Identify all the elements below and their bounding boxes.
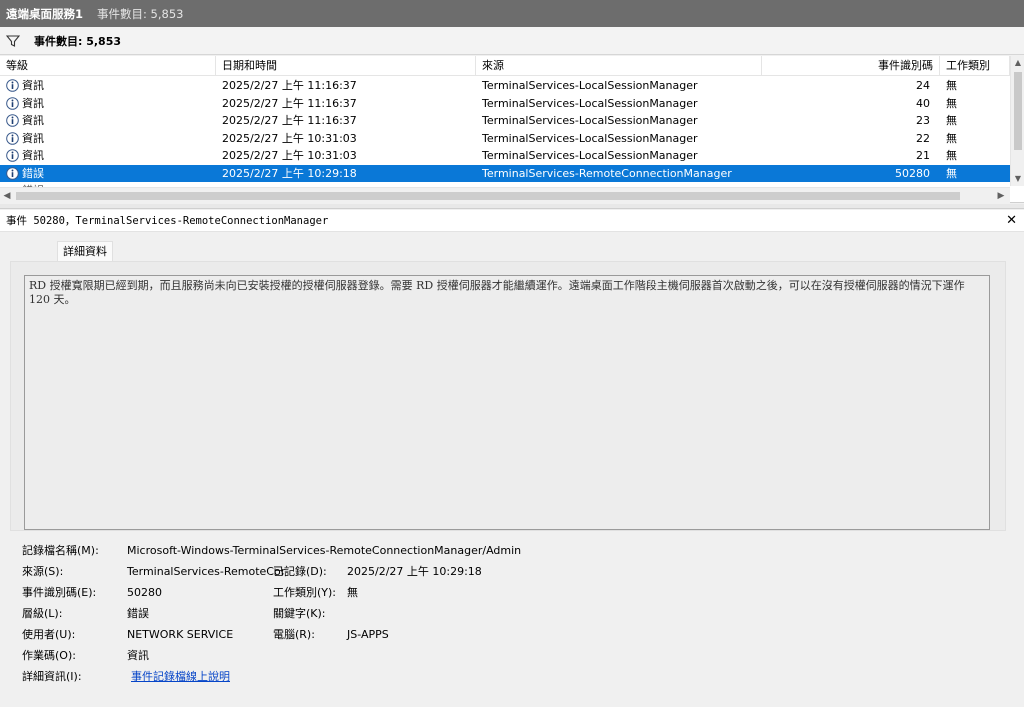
scroll-up-icon[interactable]: ▲ xyxy=(1011,56,1024,70)
row-date: 2025/2/27 上午 11:16:37 xyxy=(222,79,357,92)
event-list-header: 等級 日期和時間 來源 事件識別碼 工作類別 xyxy=(0,56,1010,76)
task-category-label: 工作類別(Y): xyxy=(273,586,337,599)
row-task: 無 xyxy=(946,149,957,162)
computer-label: 電腦(R): xyxy=(273,628,315,641)
source-value: TerminalServices-RemoteCor xyxy=(127,565,286,578)
row-task: 無 xyxy=(946,96,957,110)
source-label: 來源(S): xyxy=(22,565,64,578)
logged-label: 已記錄(D): xyxy=(273,565,327,578)
event-rows: 資訊 2025/2/27 上午 11:16:37 TerminalService… xyxy=(0,77,1010,188)
row-event-id: 21 xyxy=(916,149,930,162)
more-info-label: 詳細資訊(I): xyxy=(22,670,82,683)
pane-splitter[interactable] xyxy=(0,204,1024,209)
column-header-event-id[interactable]: 事件識別碼 xyxy=(762,56,940,76)
row-source: TerminalServices-LocalSessionManager xyxy=(482,79,698,92)
row-event-id: 23 xyxy=(916,114,930,127)
details-panel: RD 授權寬限期已經到期，而且服務尚未向已安裝授權的授權伺服器登錄。需要 RD … xyxy=(10,261,1006,531)
column-header-date[interactable]: 日期和時間 xyxy=(216,56,476,76)
tab-details[interactable]: 詳細資料 xyxy=(57,241,113,261)
level-value: 錯誤 xyxy=(127,607,149,620)
row-date: 2025/2/27 上午 10:31:03 xyxy=(222,149,357,162)
row-level: 資訊 xyxy=(22,79,44,92)
more-info-link[interactable]: 事件記錄檔線上說明 xyxy=(131,670,230,684)
column-header-source[interactable]: 來源 xyxy=(476,56,762,76)
log-name-value: Microsoft-Windows-TerminalServices-Remot… xyxy=(127,544,522,557)
scroll-right-icon[interactable]: ▶ xyxy=(994,188,1008,204)
info-icon xyxy=(6,131,19,145)
event-id-label: 事件識別碼(E): xyxy=(22,586,97,599)
table-row-selected[interactable]: 錯誤 2025/2/27 上午 10:29:18 TerminalService… xyxy=(0,164,1010,182)
row-task: 無 xyxy=(946,79,957,92)
row-date: 2025/2/27 上午 11:16:37 xyxy=(222,96,357,110)
task-category-value: 無 xyxy=(347,586,358,599)
table-row[interactable]: 資訊 2025/2/27 上午 11:16:37 TerminalService… xyxy=(0,112,1010,130)
table-row[interactable]: 資訊 2025/2/27 上午 11:16:37 TerminalService… xyxy=(0,95,1010,113)
row-source: TerminalServices-LocalSessionManager xyxy=(482,149,698,162)
row-level: 資訊 xyxy=(22,131,44,145)
info-icon xyxy=(6,96,19,110)
row-event-id: 22 xyxy=(916,131,930,145)
row-event-id: 40 xyxy=(916,96,930,110)
row-source: TerminalServices-RemoteConnectionManager xyxy=(482,166,732,180)
vertical-scrollbar[interactable]: ▲ ▼ xyxy=(1010,56,1024,186)
row-source: TerminalServices-LocalSessionManager xyxy=(482,131,698,145)
filter-count-label: 事件數目: 5,853 xyxy=(34,34,122,48)
row-source: TerminalServices-LocalSessionManager xyxy=(482,96,698,110)
event-message[interactable]: RD 授權寬限期已經到期，而且服務尚未向已安裝授權的授權伺服器登錄。需要 RD … xyxy=(24,275,990,530)
row-event-id: 24 xyxy=(916,79,930,92)
log-name-label: 記錄檔名稱(M): xyxy=(22,544,99,557)
close-icon[interactable]: ✕ xyxy=(1006,213,1017,228)
row-level: 資訊 xyxy=(22,114,44,127)
row-level: 資訊 xyxy=(22,149,44,162)
row-task: 無 xyxy=(946,114,957,127)
column-header-level[interactable]: 等級 xyxy=(0,56,216,76)
keywords-label: 關鍵字(K): xyxy=(273,607,326,620)
row-level: 資訊 xyxy=(22,96,44,110)
info-icon xyxy=(6,166,19,180)
scroll-down-icon[interactable]: ▼ xyxy=(1011,172,1024,186)
info-icon xyxy=(6,114,19,128)
scrollbar-thumb[interactable] xyxy=(16,192,960,200)
computer-value: JS-APPS xyxy=(347,628,389,641)
window-title: 遠端桌面服務1 xyxy=(6,6,84,21)
scrollbar-thumb[interactable] xyxy=(1014,72,1022,150)
opcode-value: 資訊 xyxy=(127,649,149,662)
info-icon xyxy=(6,149,19,163)
column-header-task[interactable]: 工作類別 xyxy=(940,56,1010,76)
table-row[interactable]: 資訊 2025/2/27 上午 11:16:37 TerminalService… xyxy=(0,77,1010,95)
table-row[interactable]: 資訊 2025/2/27 上午 10:31:03 TerminalService… xyxy=(0,147,1010,165)
row-date: 2025/2/27 上午 10:31:03 xyxy=(222,131,357,145)
row-date: 2025/2/27 上午 10:29:18 xyxy=(222,166,357,180)
filter-icon[interactable] xyxy=(6,34,20,48)
row-level: 錯誤 xyxy=(22,166,44,180)
horizontal-scrollbar[interactable]: ◀ ▶ xyxy=(0,187,1010,203)
scroll-left-icon[interactable]: ◀ xyxy=(0,188,14,204)
row-event-id: 50280 xyxy=(895,166,930,180)
table-row[interactable]: 資訊 2025/2/27 上午 10:31:03 TerminalService… xyxy=(0,130,1010,148)
user-value: NETWORK SERVICE xyxy=(127,628,234,641)
level-label: 層級(L): xyxy=(22,607,63,620)
window-event-count: 事件數目: 5,853 xyxy=(97,6,184,21)
opcode-label: 作業碼(O): xyxy=(22,649,76,662)
row-task: 無 xyxy=(946,166,957,180)
event-detail-pane: 詳細資料 RD 授權寬限期已經到期，而且服務尚未向已安裝授權的授權伺服器登錄。需… xyxy=(0,232,1024,707)
logged-value: 2025/2/27 上午 10:29:18 xyxy=(347,565,482,578)
filter-bar: 事件數目: 5,853 xyxy=(0,27,1024,55)
info-icon xyxy=(6,79,19,93)
event-detail-title: 事件 50280，TerminalServices-RemoteConnecti… xyxy=(6,215,329,227)
user-label: 使用者(U): xyxy=(22,628,76,641)
event-detail-header: 事件 50280，TerminalServices-RemoteConnecti… xyxy=(0,210,1024,232)
row-task: 無 xyxy=(946,131,957,145)
event-list[interactable]: 等級 日期和時間 來源 事件識別碼 工作類別 資訊 2025/2/27 上午 1… xyxy=(0,56,1024,203)
row-source: TerminalServices-LocalSessionManager xyxy=(482,114,698,127)
row-date: 2025/2/27 上午 11:16:37 xyxy=(222,114,357,127)
event-id-value: 50280 xyxy=(127,586,162,599)
window-title-bar: 遠端桌面服務1 事件數目: 5,853 xyxy=(0,0,1024,27)
